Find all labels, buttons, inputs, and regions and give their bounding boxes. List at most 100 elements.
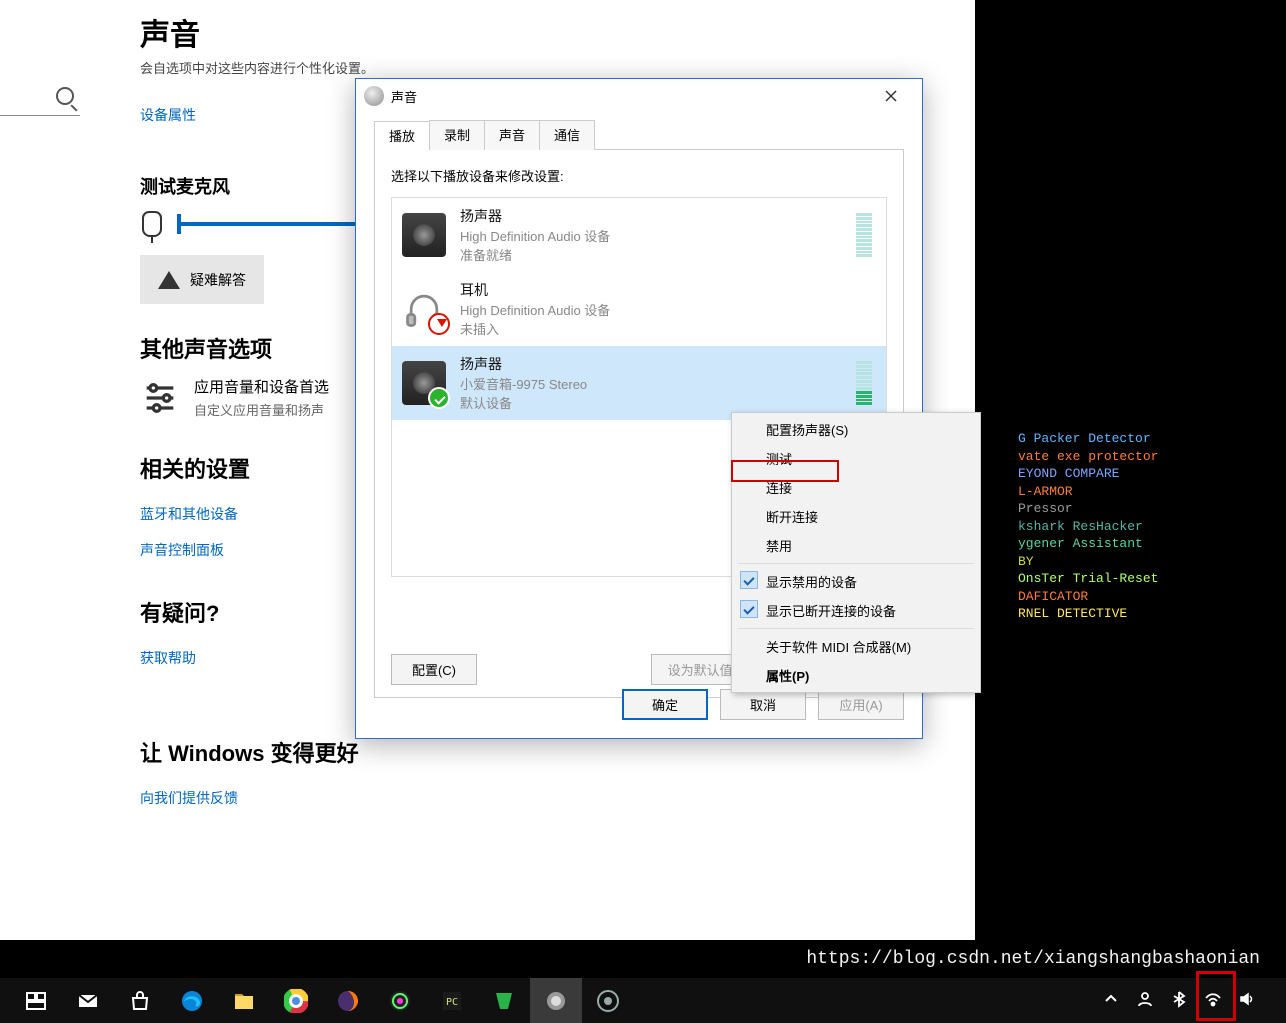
app-icon-3[interactable] (582, 978, 634, 1023)
mic-level-bar (180, 222, 380, 226)
instruction-text: 选择以下播放设备来修改设置: (391, 166, 887, 185)
cancel-button[interactable]: 取消 (720, 689, 806, 720)
configure-button[interactable]: 配置(C) (391, 654, 477, 685)
store-icon[interactable] (114, 978, 166, 1023)
sound-cpanel-link[interactable]: 声音控制面板 (140, 540, 224, 560)
svg-text:PC: PC (446, 997, 458, 1008)
chrome-icon[interactable] (270, 978, 322, 1023)
desk-label: L-ARMOR (1018, 483, 1248, 501)
desk-label: OnsTer Trial-Reset (1018, 570, 1248, 588)
level-meter (856, 213, 872, 257)
watermark-text: https://blog.csdn.net/xiangshangbashaoni… (806, 949, 1260, 969)
dialog-titlebar[interactable]: 声音 (356, 79, 922, 113)
ctx-test[interactable]: 测试 (732, 444, 980, 473)
tray-chevron-icon[interactable] (1102, 990, 1120, 1011)
apply-button[interactable]: 应用(A) (818, 689, 904, 720)
get-help-link[interactable]: 获取帮助 (140, 648, 196, 668)
desktop-icon-labels: G Packer Detector vate exe protector EYO… (1018, 430, 1248, 623)
device-properties-link[interactable]: 设备属性 (140, 105, 196, 125)
ctx-label: 显示已断开连接的设备 (766, 604, 896, 619)
app-icon-1[interactable] (374, 978, 426, 1023)
settings-nav-strip (0, 0, 113, 940)
tab-communications[interactable]: 通信 (539, 120, 595, 150)
desk-label: vate exe protector (1018, 448, 1248, 466)
troubleshoot-label: 疑难解答 (190, 270, 246, 290)
ctx-show-disconnected[interactable]: 显示已断开连接的设备 (732, 596, 980, 625)
ctx-configure[interactable]: 配置扬声器(S) (732, 415, 980, 444)
page-title: 声音 (140, 10, 960, 54)
device-status: 未插入 (460, 319, 876, 338)
speaker-app-icon (364, 86, 384, 106)
mail-icon[interactable] (62, 978, 114, 1023)
firefox-icon[interactable] (322, 978, 374, 1023)
check-icon (740, 600, 758, 618)
device-description: High Definition Audio 设备 (460, 226, 842, 245)
device-name: 扬声器 (460, 206, 842, 226)
app-volume-title: 应用音量和设备首选 (194, 376, 329, 397)
ctx-disconnect[interactable]: 断开连接 (732, 502, 980, 531)
speaker-icon (402, 361, 446, 405)
ctx-connect[interactable]: 连接 (732, 473, 980, 502)
dialog-title: 声音 (391, 87, 868, 106)
ctx-properties[interactable]: 属性(P) (732, 661, 980, 690)
desk-label: DAFICATOR (1018, 588, 1248, 606)
ctx-about-midi[interactable]: 关于软件 MIDI 合成器(M) (732, 632, 980, 661)
bluetooth-icon[interactable] (1170, 990, 1188, 1011)
desk-label: BY (1018, 553, 1248, 571)
desk-label: Pressor (1018, 500, 1248, 518)
app-volume-subtitle: 自定义应用音量和扬声 (194, 400, 329, 419)
ctx-disable[interactable]: 禁用 (732, 531, 980, 560)
device-description: High Definition Audio 设备 (460, 300, 876, 319)
app-icon-2[interactable] (478, 978, 530, 1023)
check-icon (740, 571, 758, 589)
ctx-separator (738, 628, 974, 629)
dialog-tabs: 播放 录制 声音 通信 (374, 119, 904, 150)
tab-playback[interactable]: 播放 (374, 121, 430, 151)
search-input-partial[interactable] (0, 80, 80, 116)
troubleshoot-button[interactable]: 疑难解答 (140, 255, 264, 304)
task-view-icon[interactable] (10, 978, 62, 1023)
sound-dialog-task-icon[interactable] (530, 978, 582, 1023)
device-item-2[interactable]: 耳机 High Definition Audio 设备 未插入 (392, 272, 886, 346)
people-icon[interactable] (1136, 990, 1154, 1011)
sliders-icon (140, 376, 180, 424)
edge-icon[interactable] (166, 978, 218, 1023)
taskbar: PC (0, 978, 1286, 1023)
device-description: 小爱音箱-9975 Stereo (460, 374, 842, 393)
device-name: 扬声器 (460, 354, 842, 374)
speaker-icon (402, 213, 446, 257)
warning-icon (158, 260, 180, 289)
better-section-title: 让 Windows 变得更好 (140, 736, 960, 768)
ok-button[interactable]: 确定 (622, 689, 708, 720)
level-meter (856, 361, 872, 405)
unplugged-badge-icon (428, 313, 450, 335)
explorer-icon[interactable] (218, 978, 270, 1023)
device-item-1[interactable]: 扬声器 High Definition Audio 设备 准备就绪 (392, 198, 886, 272)
desk-label: RNEL DETECTIVE (1018, 605, 1248, 623)
ctx-label: 显示禁用的设备 (766, 575, 857, 590)
headphones-icon (402, 287, 446, 331)
page-subtitle: 会自选项中对这些内容进行个性化设置。 (140, 58, 960, 77)
device-status: 准备就绪 (460, 245, 842, 264)
bluetooth-link[interactable]: 蓝牙和其他设备 (140, 504, 238, 524)
wifi-icon[interactable] (1204, 990, 1222, 1011)
desk-label: EYOND COMPARE (1018, 465, 1248, 483)
volume-icon[interactable] (1238, 990, 1256, 1011)
feedback-link[interactable]: 向我们提供反馈 (140, 788, 238, 808)
ctx-show-disabled[interactable]: 显示禁用的设备 (732, 567, 980, 596)
pycharm-icon[interactable]: PC (426, 978, 478, 1023)
desk-label: ygener Assistant (1018, 535, 1248, 553)
system-tray (1102, 990, 1286, 1011)
tab-sounds[interactable]: 声音 (484, 120, 540, 150)
close-button[interactable] (868, 79, 914, 113)
search-icon (56, 87, 74, 105)
device-name: 耳机 (460, 280, 876, 300)
desk-label: G Packer Detector (1018, 430, 1248, 448)
device-status: 默认设备 (460, 393, 842, 412)
ctx-separator (738, 563, 974, 564)
desk-label: kshark ResHacker (1018, 518, 1248, 536)
context-menu: 配置扬声器(S) 测试 连接 断开连接 禁用 显示禁用的设备 显示已断开连接的设… (731, 412, 981, 693)
default-check-badge-icon (428, 387, 450, 409)
device-item-3[interactable]: 扬声器 小爱音箱-9975 Stereo 默认设备 (392, 346, 886, 420)
tab-recording[interactable]: 录制 (429, 120, 485, 150)
